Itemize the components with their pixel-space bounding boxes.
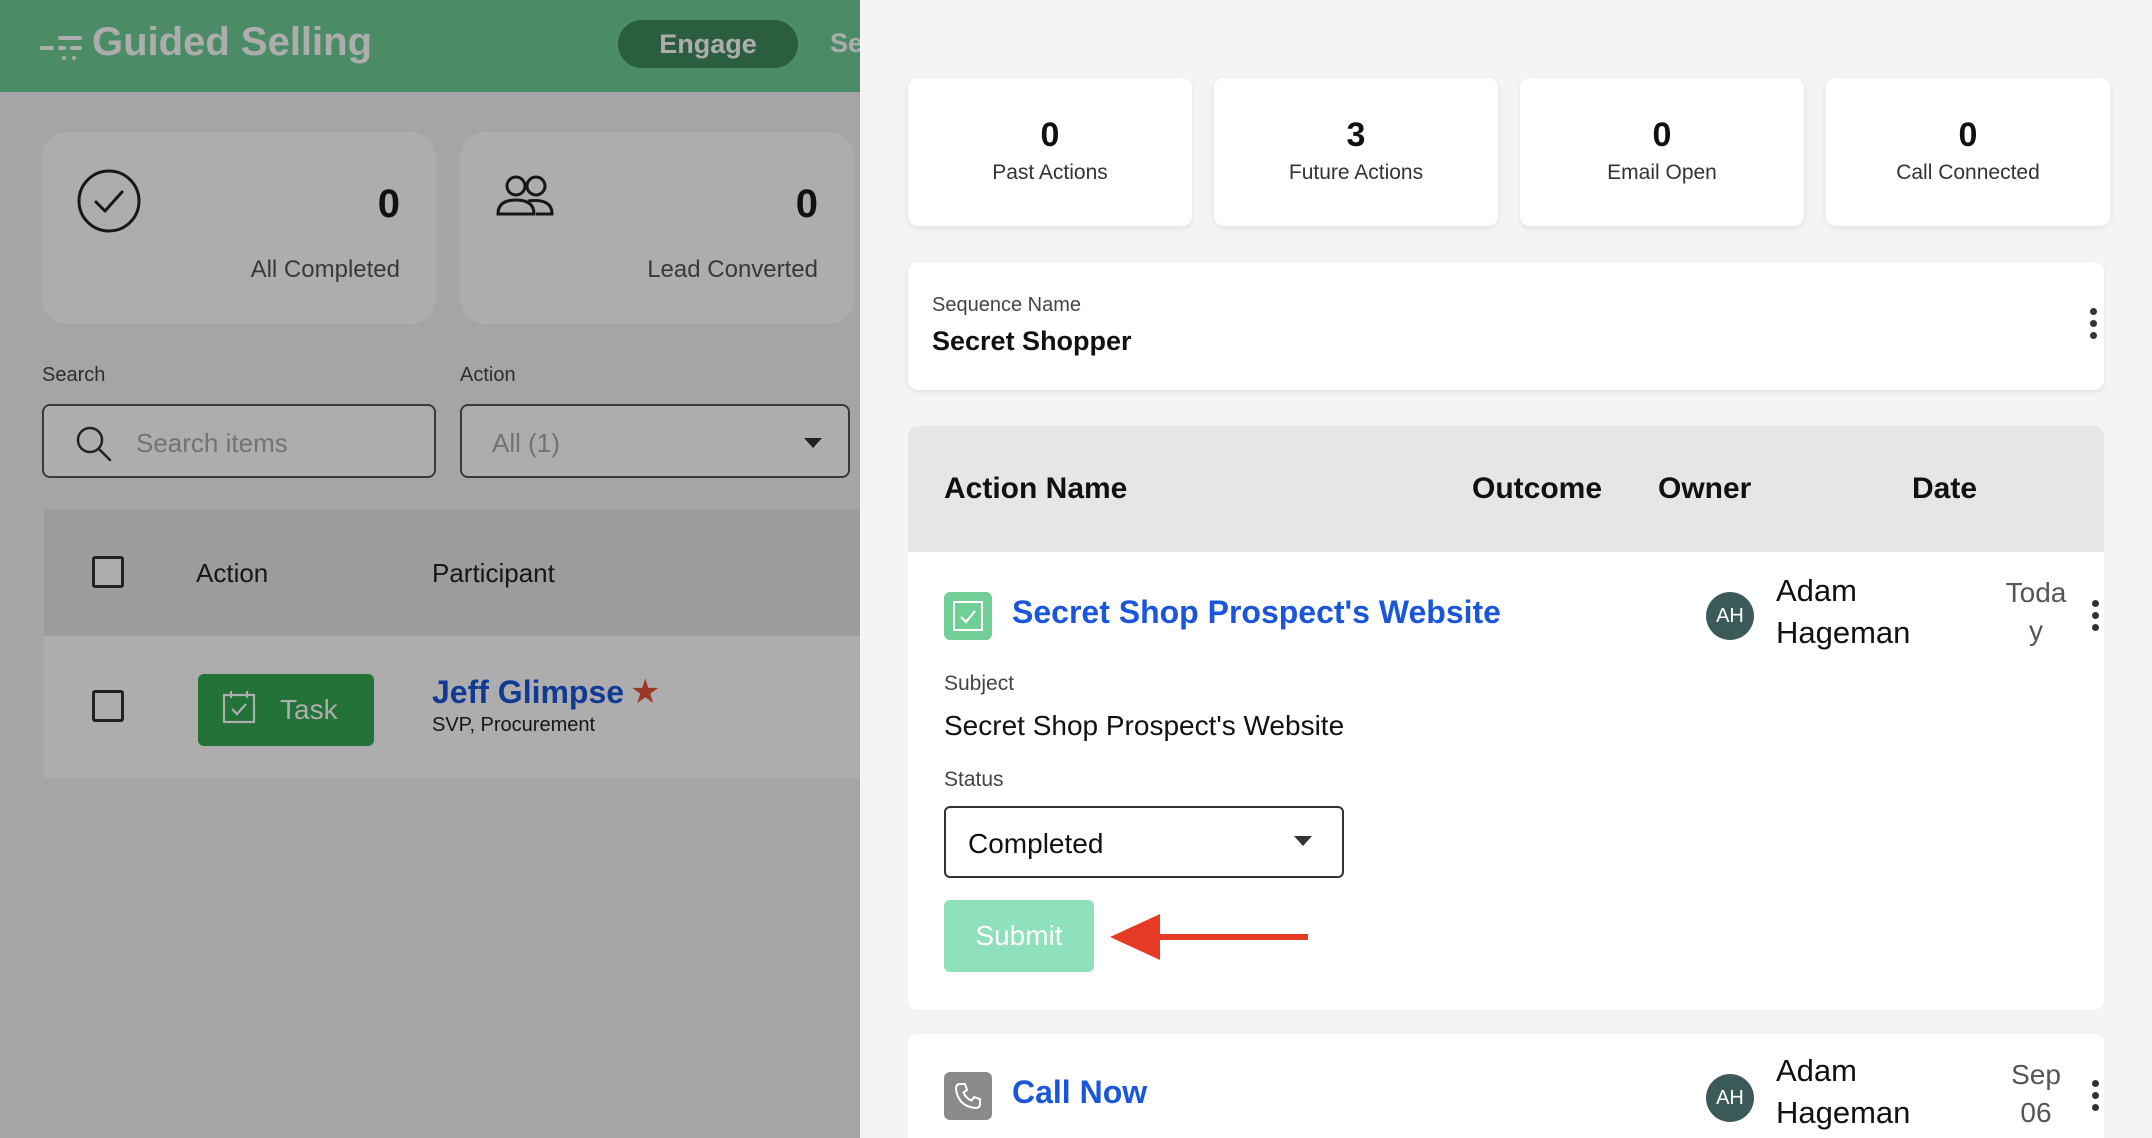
owner-name: Adam Hageman bbox=[1776, 1050, 1910, 1134]
actions-table-header: Action Name Outcome Owner Date bbox=[908, 426, 2104, 552]
owner-last-name: Hageman bbox=[1776, 615, 1911, 650]
sequence-detail-panel: 0 Past Actions 3 Future Actions 0 Email … bbox=[860, 0, 2152, 1138]
sequence-name-value: Secret Shopper bbox=[932, 326, 1132, 356]
owner-last-name: Hageman bbox=[1776, 1095, 1911, 1130]
avatar: AH bbox=[1706, 1074, 1754, 1122]
date-line-1: Sep bbox=[2011, 1059, 2061, 1090]
action-menu-icon[interactable] bbox=[2092, 600, 2100, 636]
phone-icon bbox=[944, 1072, 992, 1120]
stat-value: 0 bbox=[1040, 116, 1060, 154]
owner-first-name: Adam bbox=[1776, 1053, 1857, 1088]
sequence-name-label: Sequence Name bbox=[932, 294, 1081, 316]
date-line-2: 06 bbox=[2020, 1097, 2052, 1128]
action-date: Sep 06 bbox=[2002, 1056, 2070, 1132]
column-action-name: Action Name bbox=[944, 472, 1128, 505]
owner-first-name: Adam bbox=[1776, 573, 1857, 608]
stat-label: Call Connected bbox=[1896, 161, 2040, 184]
stat-label: Past Actions bbox=[992, 161, 1108, 184]
column-owner: Owner bbox=[1658, 472, 1752, 505]
column-date: Date bbox=[1912, 472, 1978, 505]
modal-overlay[interactable] bbox=[0, 0, 860, 1138]
status-select[interactable]: Completed bbox=[944, 806, 1344, 878]
sequence-menu-icon[interactable] bbox=[2090, 308, 2098, 344]
stat-past-actions: 0 Past Actions bbox=[908, 78, 1192, 226]
action-menu-icon[interactable] bbox=[2092, 1080, 2100, 1116]
sequence-card: Sequence Name Secret Shopper bbox=[908, 262, 2104, 390]
chevron-down-icon bbox=[1294, 836, 1312, 846]
submit-button[interactable]: Submit bbox=[944, 900, 1094, 972]
action-item: Call Now AH Adam Hageman Sep 06 bbox=[908, 1034, 2104, 1138]
action-title-link[interactable]: Secret Shop Prospect's Website bbox=[1012, 594, 1501, 631]
action-title-link[interactable]: Call Now bbox=[1012, 1074, 1147, 1111]
status-value: Completed bbox=[968, 828, 1104, 859]
annotation-arrow-icon bbox=[1108, 912, 1312, 967]
action-item-expanded: Secret Shop Prospect's Website AH Adam H… bbox=[908, 552, 2104, 1010]
stat-future-actions: 3 Future Actions bbox=[1214, 78, 1498, 226]
stat-label: Future Actions bbox=[1288, 161, 1424, 184]
date-line-1: Toda bbox=[2005, 577, 2067, 608]
stat-value: 0 bbox=[1652, 116, 1672, 154]
status-label: Status bbox=[944, 768, 1004, 791]
subject-value: Secret Shop Prospect's Website bbox=[944, 710, 1345, 741]
stat-email-open: 0 Email Open bbox=[1520, 78, 1804, 226]
date-line-2: y bbox=[2029, 615, 2043, 646]
stat-value: 0 bbox=[1958, 116, 1978, 154]
stat-label: Email Open bbox=[1607, 161, 1717, 184]
avatar: AH bbox=[1706, 592, 1754, 640]
action-date: Toda y bbox=[2002, 574, 2070, 650]
owner-name: Adam Hageman bbox=[1776, 570, 1910, 654]
stat-call-connected: 0 Call Connected bbox=[1826, 78, 2110, 226]
column-outcome: Outcome bbox=[1472, 472, 1603, 505]
stat-value: 3 bbox=[1346, 116, 1366, 154]
task-icon bbox=[944, 592, 992, 640]
subject-label: Subject bbox=[944, 672, 1015, 695]
